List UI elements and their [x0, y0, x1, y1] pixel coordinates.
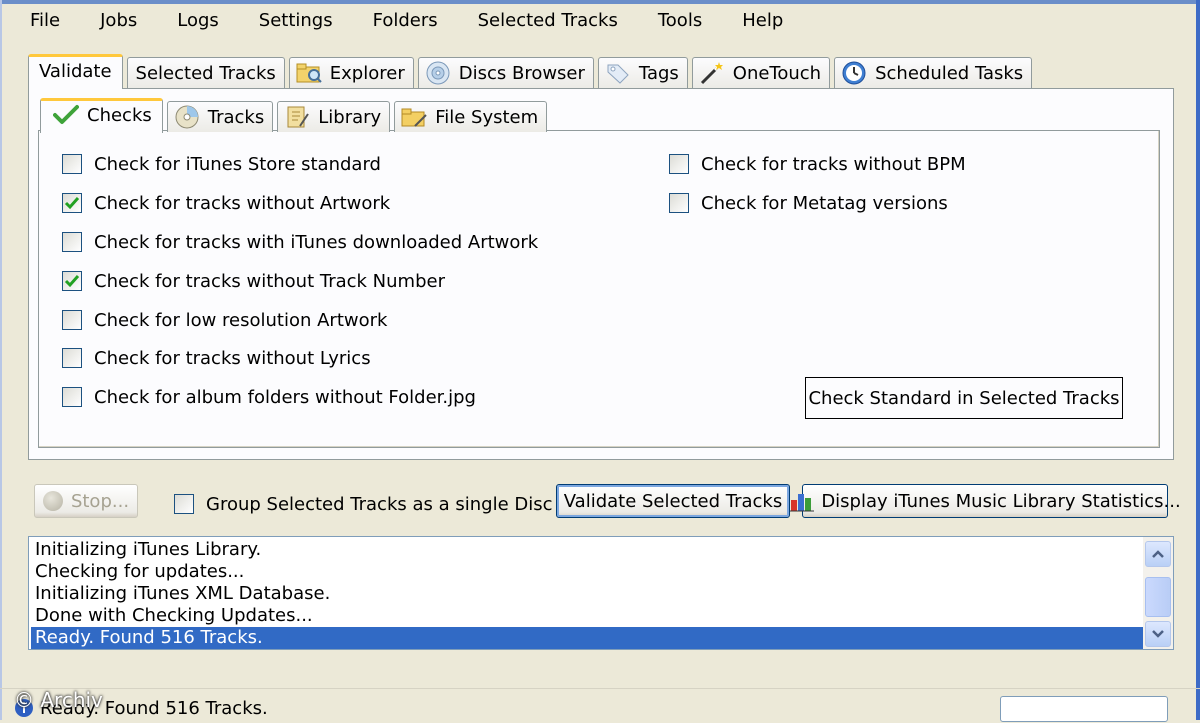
log-scrollbar[interactable] [1143, 537, 1173, 649]
checkbox-label: Check for tracks with iTunes downloaded … [94, 231, 539, 253]
menu-folders[interactable]: Folders [349, 6, 454, 36]
checkbox[interactable] [174, 494, 194, 514]
log-line[interactable]: Initializing iTunes Library. [31, 539, 261, 561]
chevron-up-icon [1152, 550, 1164, 558]
menu-bar: File Jobs Logs Settings Folders Selected… [8, 6, 1194, 36]
check-itunes-downloaded-artwork[interactable]: Check for tracks with iTunes downloaded … [62, 230, 538, 254]
checkbox[interactable] [62, 387, 82, 407]
tab-explorer[interactable]: Explorer [288, 57, 414, 88]
checkbox-label: Group Selected Tracks as a single Disc [206, 493, 553, 515]
checkbox[interactable] [62, 271, 82, 291]
stop-button[interactable]: Stop... [34, 484, 138, 518]
chevron-down-icon [1152, 630, 1164, 638]
tab-validate-label: Validate [39, 60, 112, 82]
validate-selected-tracks-button[interactable]: Validate Selected Tracks [556, 484, 790, 518]
tab-tracks[interactable]: Tracks [166, 101, 274, 132]
tab-tracks-label: Tracks [207, 106, 265, 128]
checkbox-label: Check for low resolution Artwork [94, 309, 388, 331]
tab-onetouch-label: OneTouch [732, 62, 822, 84]
check-metatag-versions[interactable]: Check for Metatag versions [669, 191, 948, 215]
menu-settings[interactable]: Settings [235, 6, 349, 36]
tab-validate[interactable]: Validate [28, 54, 123, 89]
tab-scheduled-tasks-label: Scheduled Tasks [875, 62, 1024, 84]
window-right-border [1196, 0, 1200, 720]
tab-file-system[interactable]: File System [394, 101, 548, 132]
menu-help[interactable]: Help [718, 6, 799, 36]
tab-scheduled-tasks[interactable]: Scheduled Tasks [834, 57, 1033, 88]
library-statistics-label: Display iTunes Music Library Statistics.… [821, 490, 1181, 512]
tab-tags-label: Tags [638, 62, 679, 84]
tab-checks-label: Checks [87, 104, 152, 126]
checkbox[interactable] [62, 154, 82, 174]
magic-wand-icon [699, 61, 725, 85]
tag-icon [605, 61, 631, 85]
checkbox-label: Check for tracks without Lyrics [94, 347, 371, 369]
checkbox-label: Check for album folders without Folder.j… [94, 386, 476, 408]
check-tracks-without-lyrics[interactable]: Check for tracks without Lyrics [62, 346, 371, 370]
checkbox[interactable] [62, 310, 82, 330]
log-line[interactable]: Initializing iTunes XML Database. [31, 583, 330, 605]
stop-button-label: Stop... [70, 490, 130, 512]
scroll-down-button[interactable] [1145, 621, 1171, 647]
menu-file[interactable]: File [8, 6, 76, 36]
group-as-single-disc-option[interactable]: Group Selected Tracks as a single Disc [174, 492, 553, 516]
tab-explorer-label: Explorer [329, 62, 405, 84]
menu-selected-tracks[interactable]: Selected Tracks [454, 6, 634, 36]
checkbox-label: Check for iTunes Store standard [94, 153, 381, 175]
window-left-border [0, 0, 2, 720]
tab-onetouch[interactable]: OneTouch [691, 57, 831, 88]
checkbox-label: Check for tracks without BPM [701, 153, 966, 175]
clock-icon [841, 61, 867, 85]
validate-sub-tab-strip: Checks Tracks Library File System [40, 96, 551, 133]
menu-jobs[interactable]: Jobs [76, 6, 153, 36]
status-pane [1000, 696, 1168, 722]
explorer-icon [296, 61, 322, 85]
tab-selected-tracks-label: Selected Tracks [135, 62, 276, 84]
tab-discs-browser-label: Discs Browser [458, 62, 585, 84]
log-line[interactable]: Done with Checking Updates... [31, 605, 313, 627]
tab-checks[interactable]: Checks [40, 98, 163, 133]
checkbox[interactable] [62, 193, 82, 213]
folder-icon [401, 105, 427, 129]
check-standard-button[interactable]: Check Standard in Selected Tracks [805, 377, 1123, 419]
main-tab-strip: Validate Selected Tracks Explorer Discs … [28, 52, 1036, 89]
library-icon [284, 105, 310, 129]
menu-tools[interactable]: Tools [634, 6, 718, 36]
check-tracks-without-track-number[interactable]: Check for tracks without Track Number [62, 269, 445, 293]
bar-chart-icon [789, 490, 815, 512]
check-tracks-without-artwork[interactable]: Check for tracks without Artwork [62, 191, 390, 215]
checkbox[interactable] [62, 232, 82, 252]
checkbox-label: Check for tracks without Artwork [94, 192, 391, 214]
tab-discs-browser[interactable]: Discs Browser [417, 57, 594, 88]
tab-selected-tracks[interactable]: Selected Tracks [126, 57, 285, 88]
checkbox[interactable] [669, 193, 689, 213]
check-tracks-without-bpm[interactable]: Check for tracks without BPM [669, 152, 966, 176]
cd-icon [174, 105, 200, 129]
library-statistics-button[interactable]: Display iTunes Music Library Statistics.… [790, 484, 1181, 518]
stop-icon [42, 491, 63, 511]
checkbox-label: Check for tracks without Track Number [94, 270, 445, 292]
disc-icon [425, 61, 451, 85]
checkbox[interactable] [669, 154, 689, 174]
scroll-up-button[interactable] [1145, 541, 1171, 567]
watermark: © Archiv [14, 688, 103, 712]
tab-library-label: Library [318, 106, 382, 128]
window-top-border [0, 0, 1200, 4]
log-listbox[interactable]: Initializing iTunes Library. Checking fo… [28, 536, 1174, 650]
checkbox[interactable] [62, 348, 82, 368]
tab-library[interactable]: Library [277, 101, 391, 132]
check-album-folders-without-folder-jpg[interactable]: Check for album folders without Folder.j… [62, 385, 476, 409]
check-itunes-store-standard[interactable]: Check for iTunes Store standard [62, 152, 381, 176]
check-low-resolution-artwork[interactable]: Check for low resolution Artwork [62, 308, 387, 332]
tab-file-system-label: File System [435, 106, 539, 128]
checkmark-icon [53, 103, 79, 127]
menu-logs[interactable]: Logs [153, 6, 235, 36]
checkbox-label: Check for Metatag versions [701, 192, 948, 214]
scroll-thumb[interactable] [1145, 577, 1171, 617]
tab-tags[interactable]: Tags [597, 57, 688, 88]
log-line[interactable]: Checking for updates... [31, 561, 244, 583]
log-line[interactable]: Ready. Found 516 Tracks. [31, 627, 1143, 649]
